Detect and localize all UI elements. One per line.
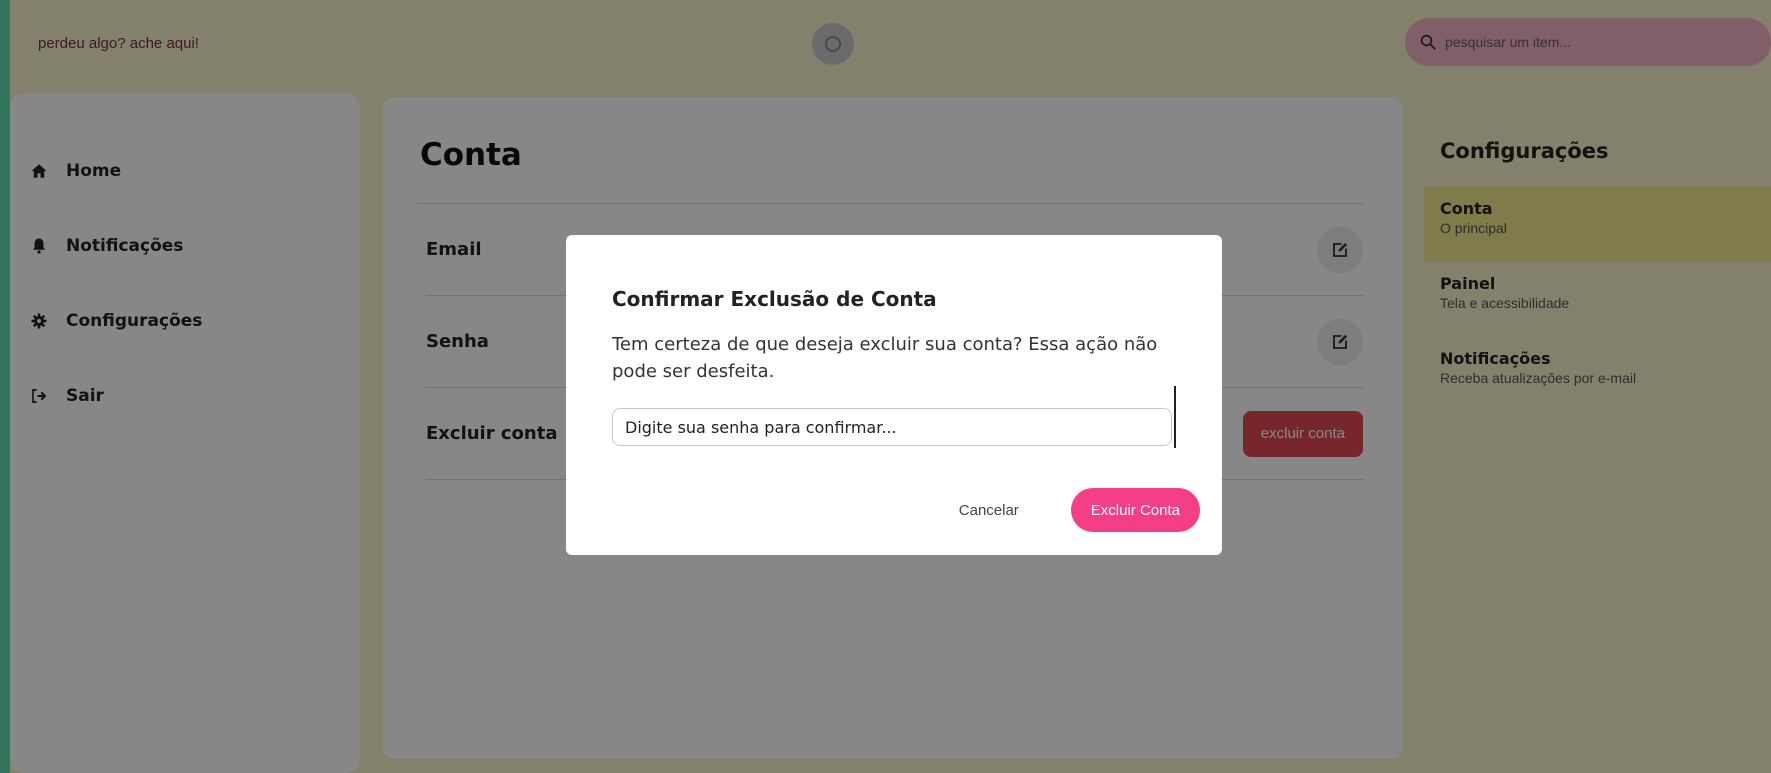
dialog-actions: Cancelar Excluir Conta [959, 488, 1200, 532]
password-confirm-input[interactable] [612, 408, 1172, 446]
dialog-message: Tem certeza de que deseja excluir sua co… [612, 334, 1158, 382]
text-cursor [1174, 386, 1176, 448]
dialog-title: Confirmar Exclusão de Conta [612, 287, 937, 311]
confirm-delete-button[interactable]: Excluir Conta [1070, 488, 1200, 532]
delete-account-dialog: Confirmar Exclusão de Conta Tem certeza … [566, 235, 1222, 555]
cancel-button[interactable]: Cancelar [959, 502, 1019, 519]
